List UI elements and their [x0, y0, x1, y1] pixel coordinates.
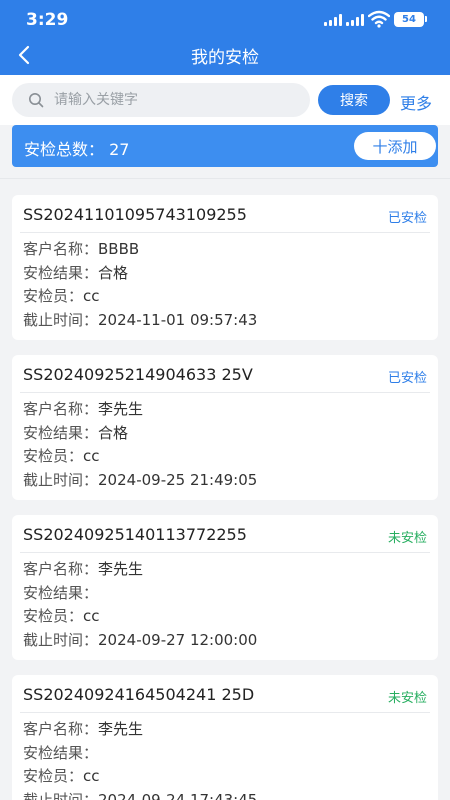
card-divider	[20, 552, 430, 553]
status-tag: 未安检	[387, 531, 427, 546]
customer-row: 客户名称：李先生	[23, 400, 144, 418]
record-code: SS20241101095743109255	[23, 205, 247, 224]
status-tag: 未安检	[387, 691, 427, 706]
result-row: 安检结果：合格	[23, 263, 129, 282]
more-button[interactable]: 更多	[400, 90, 432, 114]
result-row: 安检结果：	[23, 743, 99, 762]
search-box	[12, 83, 310, 117]
inspection-card[interactable]: SS20240925140113772255 未安检 客户名称：李先生 安检结果…	[12, 515, 438, 660]
record-code: SS20240924164504241 25D	[23, 685, 255, 704]
record-code: SS20240925214904633 25V	[23, 365, 253, 384]
card-divider	[20, 392, 430, 393]
deadline-row: 截止时间：2024-11-01 09:57:43	[23, 310, 258, 329]
inspection-card[interactable]: SS20240924164504241 25D 未安检 客户名称：李先生 安检结…	[12, 675, 438, 800]
total-count-text: 安检总数： 27	[24, 140, 130, 159]
status-tag: 已安检	[387, 211, 427, 226]
status-time: 3:29	[26, 10, 69, 30]
inspector-row: 安检员：cc	[23, 287, 100, 305]
inspection-list: SS20241101095743109255 已安检 客户名称：BBBB 安检结…	[12, 195, 438, 800]
page-title: 我的安检	[191, 48, 259, 68]
inspector-row: 安检员：cc	[23, 607, 100, 625]
card-divider	[20, 712, 430, 713]
deadline-row: 截止时间：2024-09-25 21:49:05	[23, 470, 258, 489]
wifi-icon	[368, 10, 390, 28]
summary-bar: 安检总数： 27 十添加	[12, 125, 438, 167]
search-icon	[29, 93, 44, 108]
customer-row: 客户名称：BBBB	[23, 240, 140, 258]
result-row: 安检结果：合格	[23, 423, 129, 442]
nav-bar: 我的安检	[0, 38, 450, 75]
divider	[0, 178, 450, 179]
deadline-row: 截止时间：2024-09-27 12:00:00	[23, 630, 258, 649]
deadline-row: 截止时间：2024-09-24 17:43:45	[23, 790, 258, 800]
inspection-card[interactable]: SS20241101095743109255 已安检 客户名称：BBBB 安检结…	[12, 195, 438, 340]
record-code: SS20240925140113772255	[23, 525, 247, 544]
card-divider	[20, 232, 430, 233]
search-button[interactable]: 搜索	[318, 85, 390, 115]
battery-icon: 54	[394, 12, 427, 27]
customer-row: 客户名称：李先生	[23, 560, 144, 578]
status-tag: 已安检	[387, 371, 427, 386]
cell-signal-icon-2	[346, 14, 364, 26]
search-row: 搜索 更多	[0, 75, 450, 125]
top-bar: 3:29 54 我的安检	[0, 0, 450, 75]
customer-row: 客户名称：李先生	[23, 720, 144, 738]
status-bar: 3:29 54	[0, 0, 450, 38]
add-button[interactable]: 十添加	[354, 132, 436, 160]
inspector-row: 安检员：cc	[23, 447, 100, 465]
inspector-row: 安检员：cc	[23, 767, 100, 785]
cell-signal-icon	[324, 14, 342, 26]
inspection-card[interactable]: SS20240925214904633 25V 已安检 客户名称：李先生 安检结…	[12, 355, 438, 500]
result-row: 安检结果：	[23, 583, 99, 602]
search-input[interactable]	[54, 83, 294, 117]
